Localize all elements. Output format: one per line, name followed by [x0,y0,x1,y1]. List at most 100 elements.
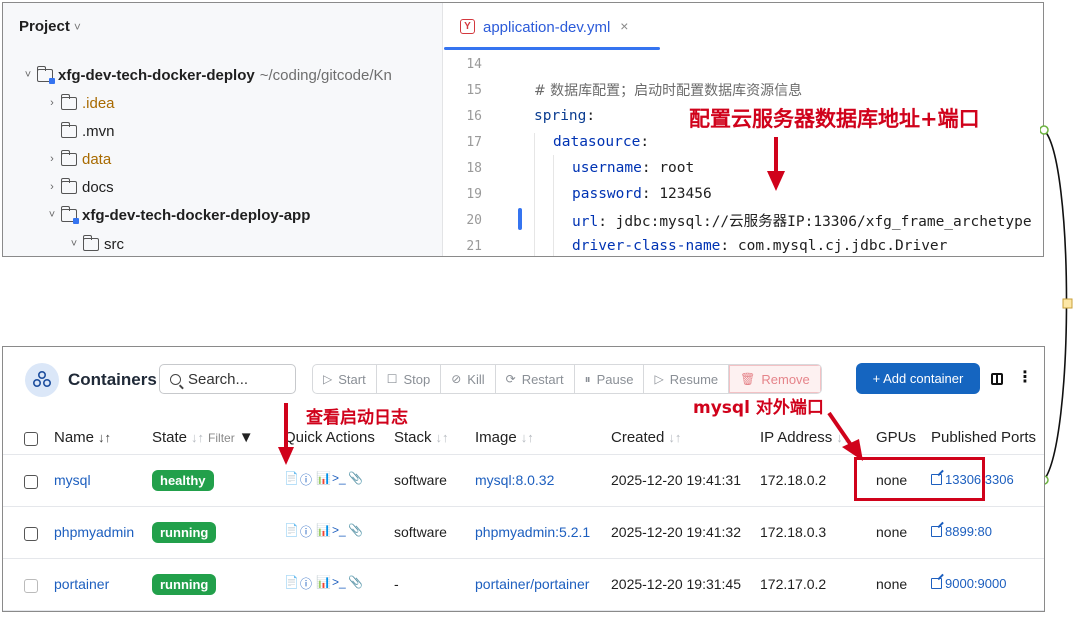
yaml-key: url [572,213,599,230]
button-label: Remove [761,371,810,387]
project-label: Project [19,18,70,35]
resume-icon: ▷ [654,372,664,386]
folder-icon [60,121,77,138]
button-label: Stop [403,371,431,387]
container-name[interactable]: phpmyadmin [54,524,134,540]
remove-button[interactable]: 🗑 Remove [729,365,821,393]
tab-application-dev-yml[interactable]: Y application-dev.yml × [444,13,660,51]
container-name[interactable]: portainer [54,576,109,592]
chevron-right-icon[interactable]: › [43,153,61,165]
quick-actions: 📄 ⓘ 📊 >_ 📎 [284,523,363,540]
row-checkbox[interactable] [24,475,38,489]
row-checkbox[interactable] [24,527,38,541]
status-badge: healthy [152,470,214,491]
tree-item[interactable]: › data [43,147,111,171]
tree-item[interactable]: › docs [43,175,114,199]
code-text: url: jdbc:mysql://云服务器IP:13306/xfg_frame… [572,210,1032,231]
line-number: 14 [466,56,482,72]
search-placeholder: Search... [188,370,249,388]
tree-item-path: ~/coding/gitcode/Kn [259,66,392,84]
yaml-key: driver-class-name [572,238,721,254]
select-all-checkbox[interactable] [24,432,38,446]
published-port-link[interactable]: 8899:80 [931,524,992,539]
stop-button[interactable]: ☐ Stop [377,365,442,393]
attach-icon[interactable]: 📎 [348,471,363,488]
close-icon[interactable]: × [620,18,628,34]
stats-icon[interactable]: 📊 [316,575,331,592]
add-container-button[interactable]: + Add container [856,363,980,394]
columns-icon[interactable] [991,373,1003,385]
logs-icon[interactable]: 📄 [284,471,299,488]
attach-icon[interactable]: 📎 [348,575,363,592]
row-checkbox[interactable] [24,579,38,593]
code-text: password: 123456 [572,186,712,202]
sort-icon: ↓↑ [435,430,449,445]
tree-item[interactable]: ˅ xfg-dev-tech-docker-deploy-app [43,203,310,227]
status-badge: running [152,522,217,543]
resume-button[interactable]: ▷ Resume [644,365,730,393]
module-folder-icon [36,65,55,84]
column-gpus: GPUs [876,429,917,446]
created-value: 2025-12-20 19:31:45 [611,576,741,592]
table-row[interactable]: portainer running 📄 ⓘ 📊 >_ 📎 - portainer/portain… [3,559,1044,611]
image-link[interactable]: portainer/portainer [475,576,589,592]
column-image[interactable]: Image ↓↑ [475,429,534,446]
folder-icon [60,93,77,110]
column-created[interactable]: Created ↓↑ [611,429,681,446]
yaml-separator: : [641,186,660,202]
kill-button[interactable]: ⊘ Kill [441,365,496,393]
tree-item-label: src [104,235,124,253]
column-image-label: Image [475,429,517,446]
tab-label: application-dev.yml [483,19,611,36]
table-row[interactable]: phpmyadmin running 📄 ⓘ 📊 >_ 📎 software phpmyadmi… [3,507,1044,559]
image-link[interactable]: mysql:8.0.32 [475,472,554,488]
line-number: 20 [466,212,482,228]
tree-item[interactable]: › .idea [43,91,115,115]
inspect-icon[interactable]: ⓘ [300,523,312,540]
remove-icon: 🗑 [740,372,756,386]
chevron-down-icon[interactable]: ˅ [43,209,61,221]
inspect-icon[interactable]: ⓘ [300,575,312,592]
console-icon[interactable]: >_ [332,471,346,488]
project-dropdown[interactable]: Project ˅ [19,18,81,35]
tree-item[interactable]: ˅ xfg-dev-tech-docker-deploy ~/coding/gitc… [19,63,392,87]
stack-value: software [394,524,447,540]
stop-icon: ☐ [386,372,398,386]
line-number: 19 [466,186,482,202]
search-input[interactable]: Search... [159,364,296,394]
filter-label[interactable]: Filter [208,431,235,445]
yaml-value: com.mysql.cj.jdbc.Driver [737,238,948,254]
stats-icon[interactable]: 📊 [316,523,331,540]
column-ip[interactable]: IP Address ↓↑ [760,429,849,446]
inspect-icon[interactable]: ⓘ [300,471,312,488]
console-icon[interactable]: >_ [332,575,346,592]
tree-item[interactable]: .mvn [43,119,115,143]
column-state[interactable]: State ↓↑ Filter ▼ [152,429,254,446]
restart-button[interactable]: ⟳ Restart [496,365,575,393]
filter-icon[interactable]: ▼ [239,429,254,446]
container-name[interactable]: mysql [54,472,91,488]
console-icon[interactable]: >_ [332,523,346,540]
chevron-down-icon[interactable]: ˅ [19,69,37,81]
chevron-right-icon[interactable]: › [43,181,61,193]
chevron-down-icon[interactable]: ˅ [65,238,83,250]
logs-icon[interactable]: 📄 [284,523,299,540]
gpus-value: none [876,524,908,540]
pause-button[interactable]: ⏸ Pause [575,365,645,393]
button-label: Pause [596,371,634,387]
tree-item-label: docs [82,178,114,196]
column-name[interactable]: Name ↓↑ [54,429,111,446]
published-port-link[interactable]: 9000:9000 [931,576,1006,591]
image-link[interactable]: phpmyadmin:5.2.1 [475,524,590,540]
logs-icon[interactable]: 📄 [284,575,299,592]
container-actions: ▷ Start ☐ Stop ⊘ Kill ⟳ Restart ⏸ Pause ▷ Resume 🗑 Re… [312,364,822,394]
connector-line [1040,125,1073,485]
tree-item-label: xfg-dev-tech-docker-deploy-app [82,206,311,224]
start-button[interactable]: ▷ Start [313,365,377,393]
chevron-right-icon[interactable]: › [43,97,61,109]
stats-icon[interactable]: 📊 [316,471,331,488]
attach-icon[interactable]: 📎 [348,523,363,540]
tree-item[interactable]: ˅ src [65,232,124,256]
more-menu-icon[interactable]: ⋮ [1017,370,1033,386]
column-stack[interactable]: Stack ↓↑ [394,429,449,446]
